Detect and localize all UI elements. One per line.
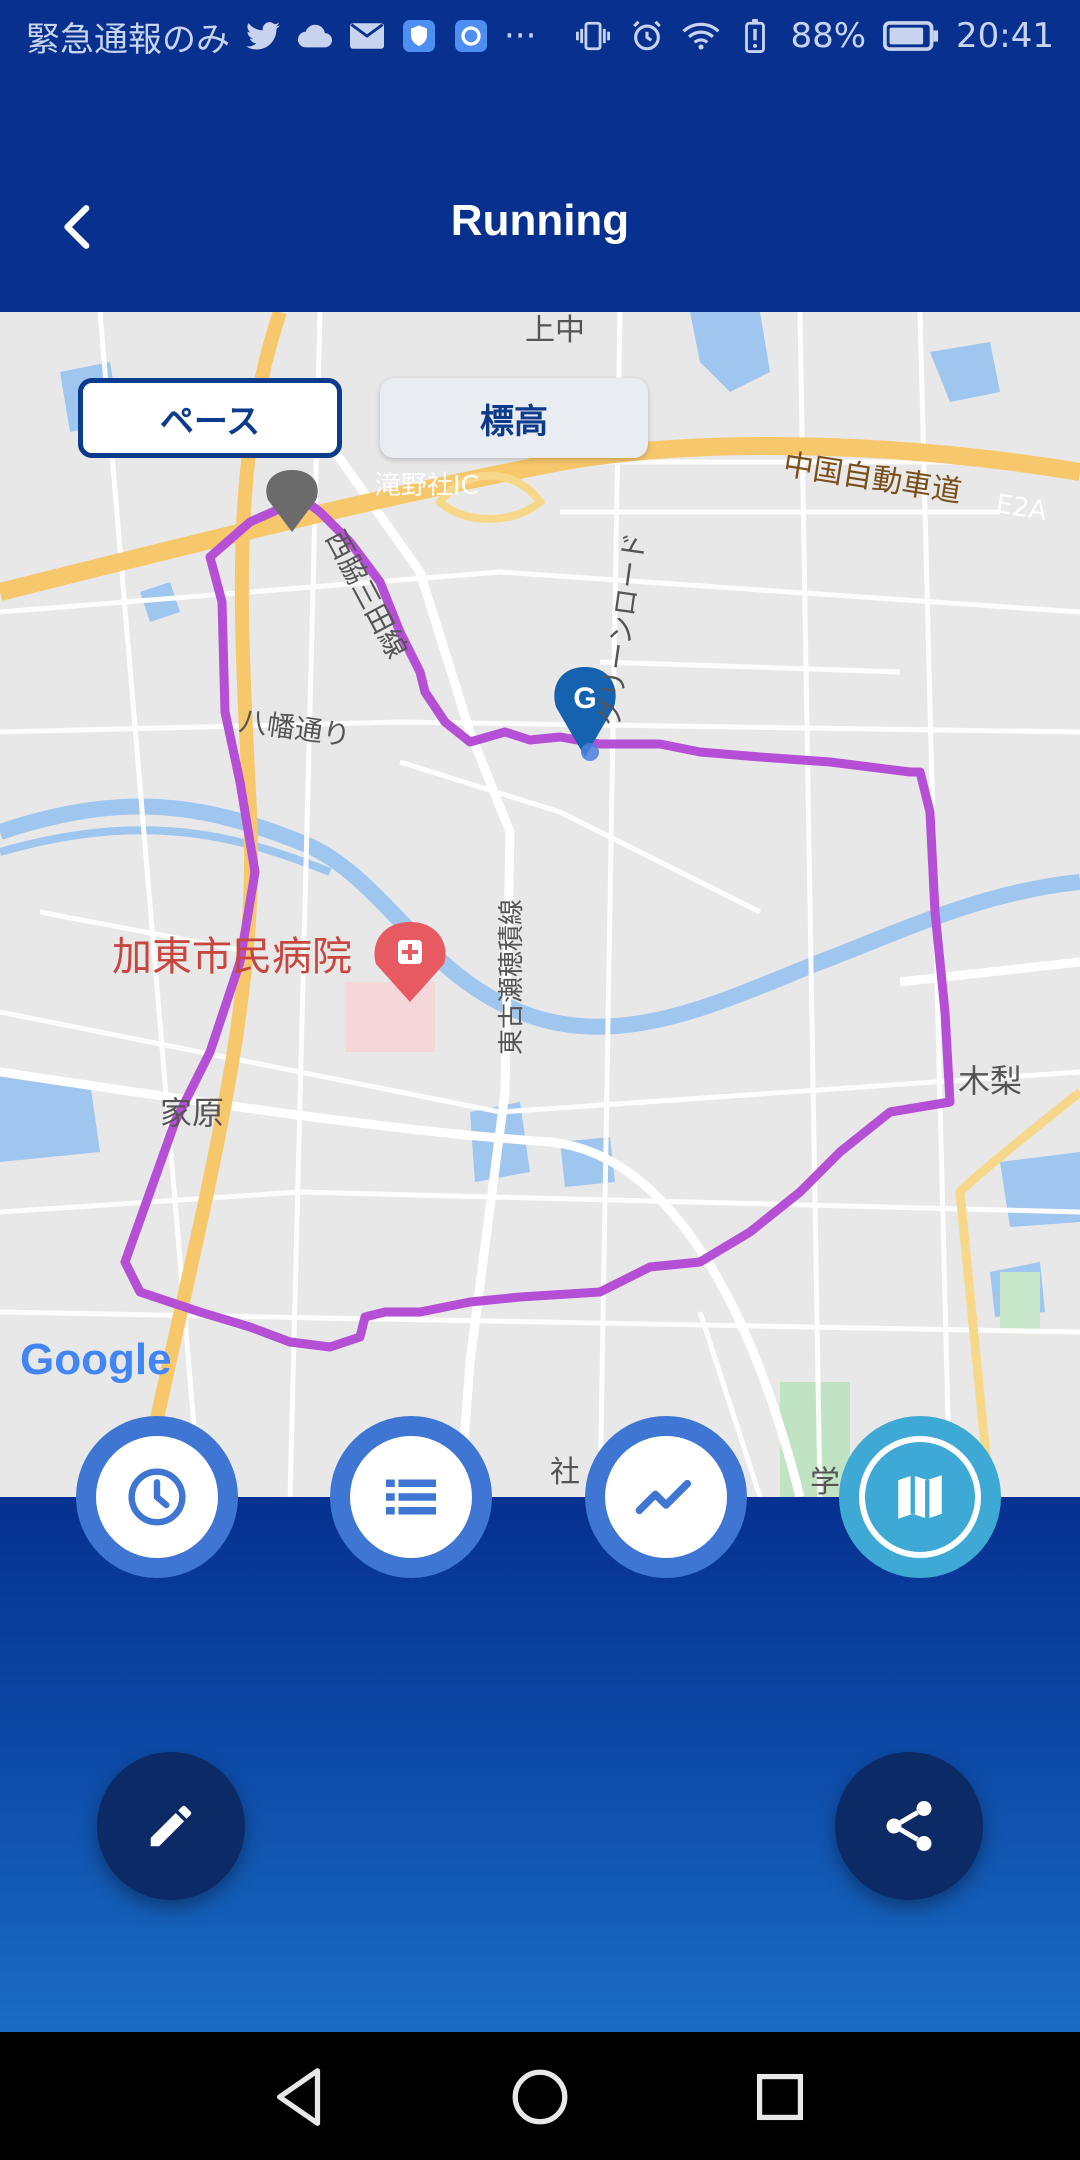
label-gaku: 学 <box>810 1465 840 1497</box>
list-icon <box>386 1479 436 1515</box>
trend-icon <box>635 1479 692 1515</box>
twitter-icon <box>244 17 282 55</box>
vibrate-icon <box>574 17 612 55</box>
pencil-icon <box>150 1805 192 1847</box>
battery-alert-icon <box>736 17 774 55</box>
tab-chart[interactable] <box>585 1416 747 1578</box>
more-icon: ··· <box>504 16 537 56</box>
google-attribution: Google <box>20 1335 172 1384</box>
circle-home-icon <box>512 2069 568 2125</box>
map-canvas: G 上中 中国自動車道 E2A 滝野社IC 西脇三田線 グリーンロード 八幡通り… <box>0 312 1080 1497</box>
tab-time[interactable] <box>76 1416 238 1578</box>
app-icon <box>452 17 490 55</box>
battery-icon <box>882 17 940 55</box>
label-higashi-kose: 東古瀬穂積線 <box>497 899 527 1055</box>
tab-map[interactable] <box>839 1416 1001 1578</box>
label-hospital: 加東市民病院 <box>112 934 352 980</box>
clock-time: 20:41 <box>956 16 1054 56</box>
wifi-icon <box>682 17 720 55</box>
share-icon <box>886 1801 932 1851</box>
clock-icon <box>128 1468 186 1526</box>
app-bar <box>0 72 1080 312</box>
nav-recents-button[interactable] <box>745 2062 815 2132</box>
nav-home-button[interactable] <box>505 2062 575 2132</box>
elevation-toggle-button[interactable]: 標高 <box>380 378 648 458</box>
map-icon <box>898 1475 942 1519</box>
status-bar: 緊急通報のみ ··· 88% 20:41 <box>0 0 1080 72</box>
route-map[interactable]: G 上中 中国自動車道 E2A 滝野社IC 西脇三田線 グリーンロード 八幡通り… <box>0 312 1080 1497</box>
label-yashiro: 社 <box>550 1455 580 1490</box>
alarm-icon <box>628 17 666 55</box>
pace-toggle-button[interactable]: ペース <box>78 378 342 458</box>
page-title: Running <box>450 196 630 245</box>
edit-button[interactable] <box>97 1752 245 1900</box>
system-nav-bar <box>0 2032 1080 2160</box>
label-ieharu: 家原 <box>160 1094 224 1132</box>
carrier-text: 緊急通報のみ <box>26 19 230 60</box>
mail-icon <box>348 17 386 55</box>
label-ic: 滝野社IC <box>375 471 479 501</box>
nav-back-button[interactable] <box>265 2062 335 2132</box>
label-kaminaka: 上中 <box>525 313 585 348</box>
shield-icon <box>400 17 438 55</box>
share-button[interactable] <box>835 1752 983 1900</box>
label-kinashi: 木梨 <box>958 1062 1022 1100</box>
battery-percent: 88% <box>790 16 867 56</box>
cloud-icon <box>296 17 334 55</box>
tab-laps[interactable] <box>330 1416 492 1578</box>
square-recents-icon <box>756 2073 804 2121</box>
triangle-back-icon <box>276 2068 321 2126</box>
